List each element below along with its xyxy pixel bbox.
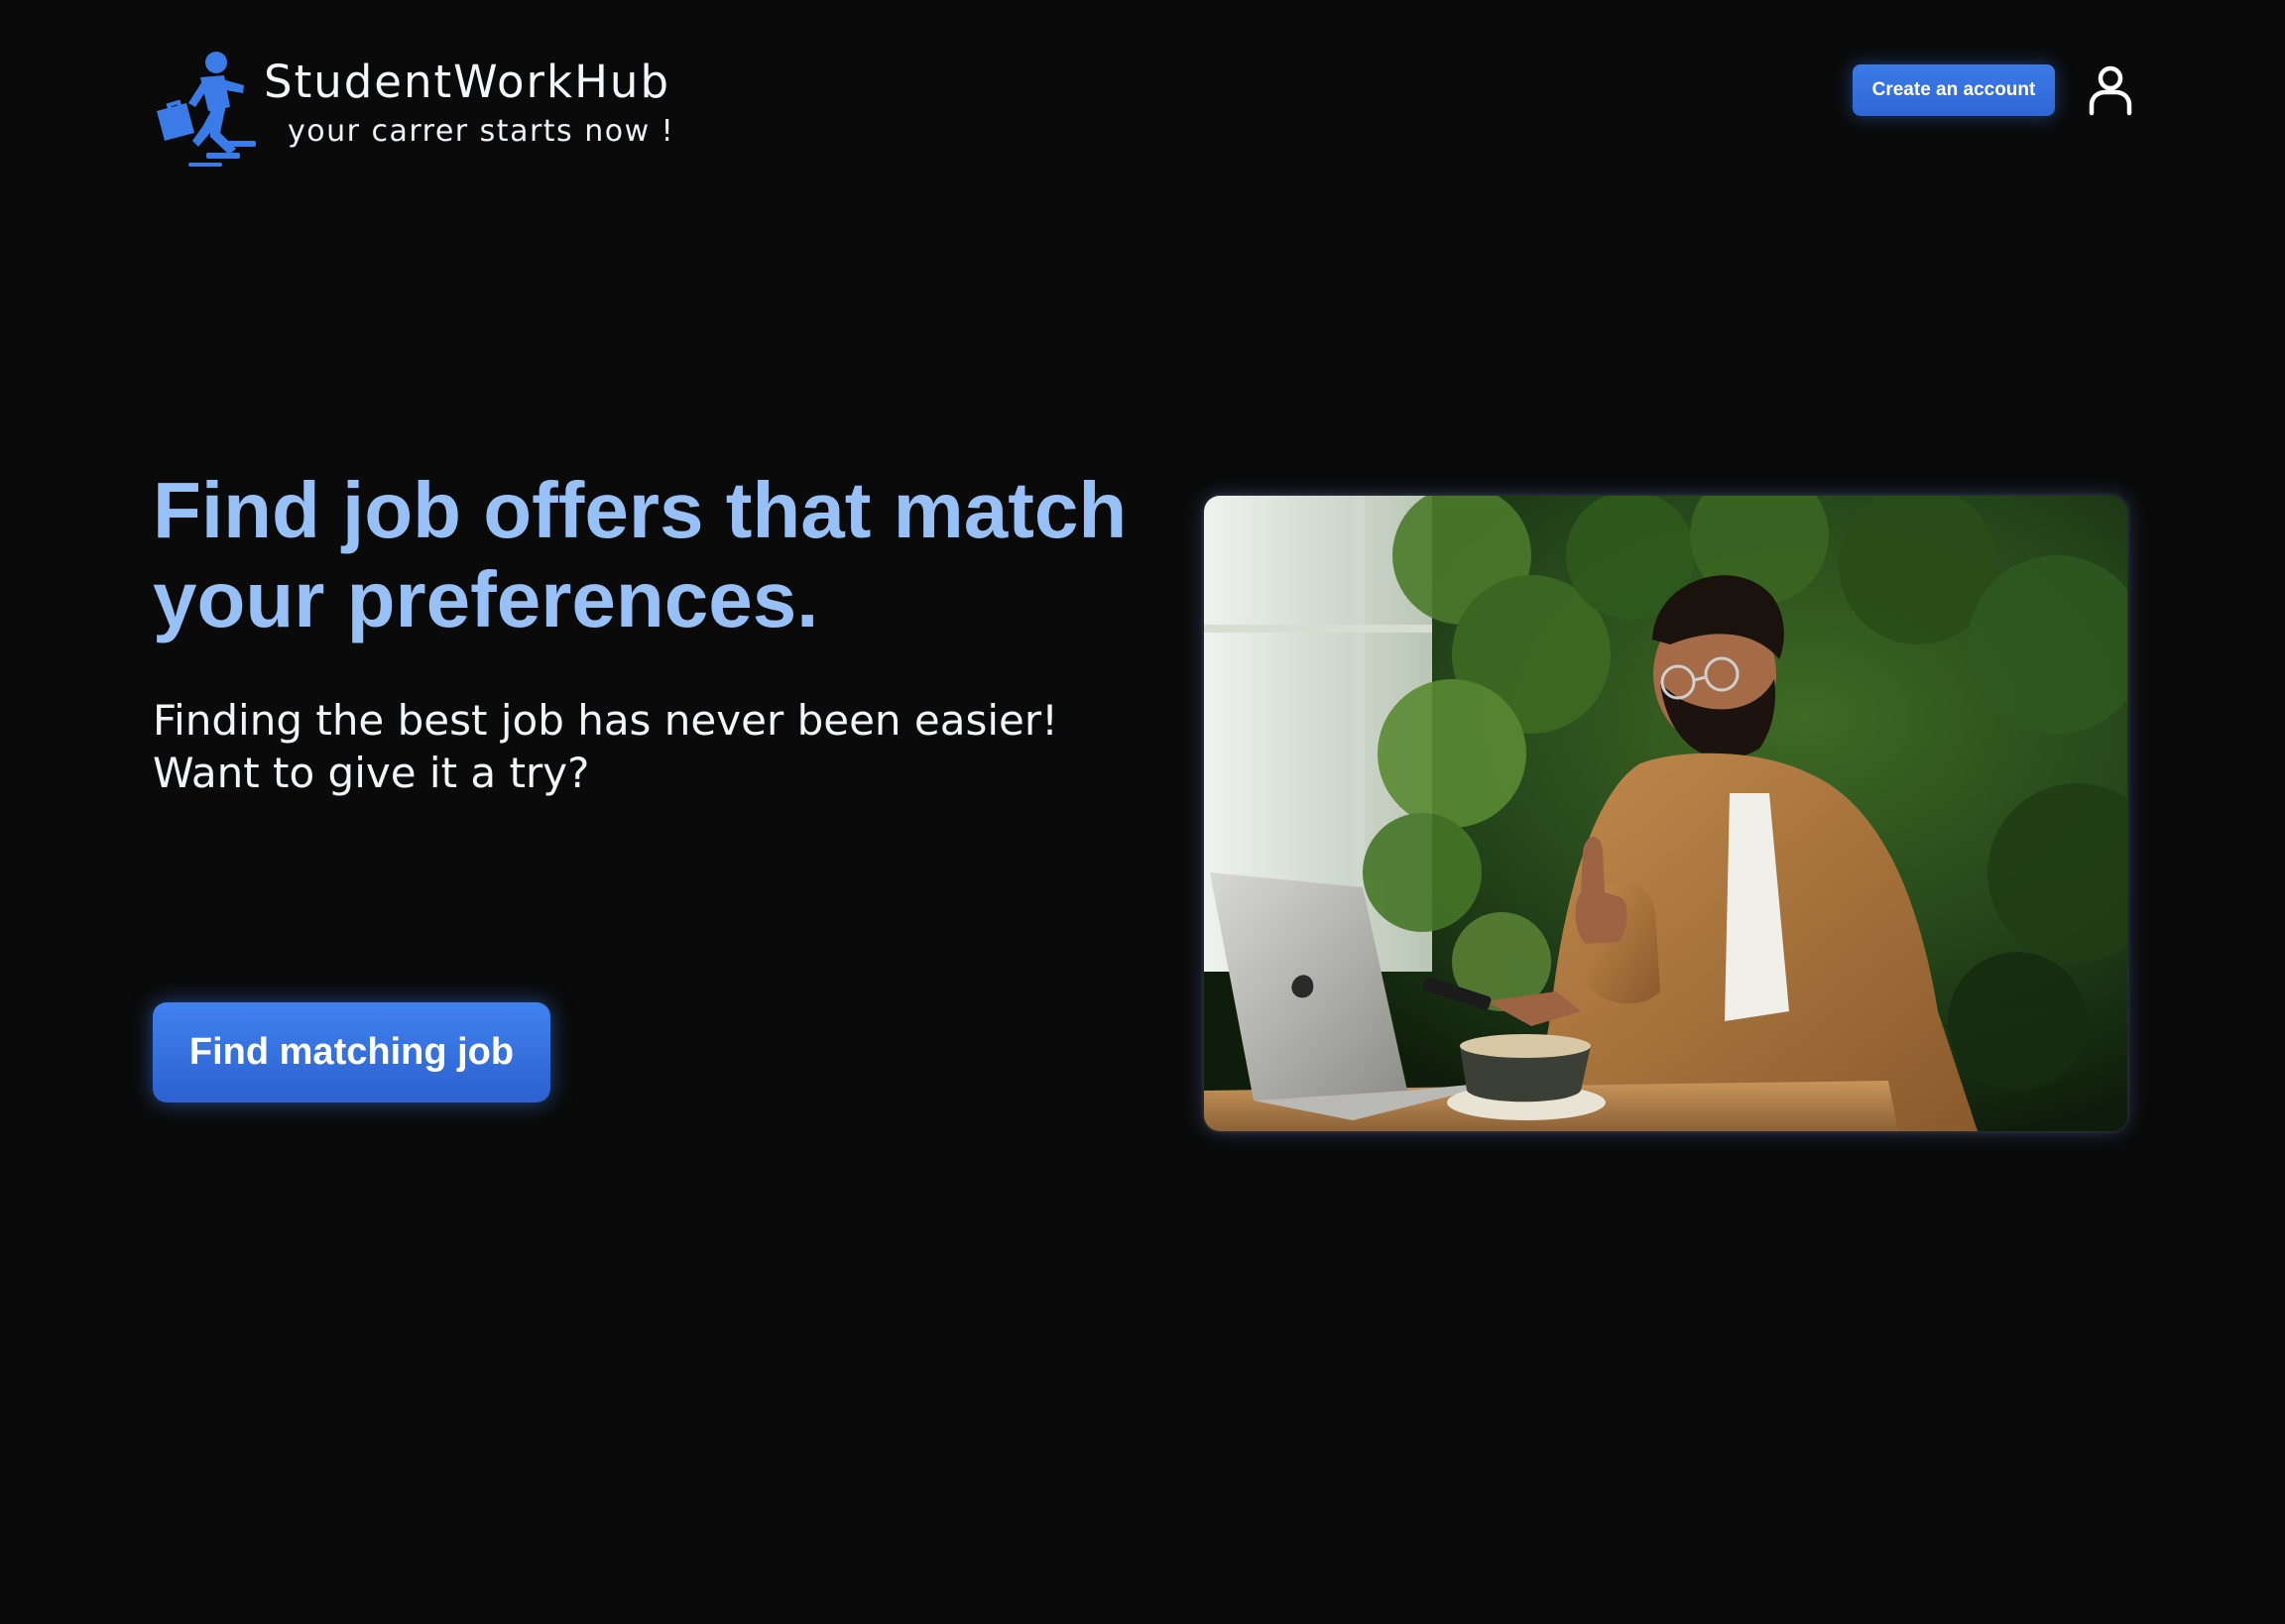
hero-photo [1204,496,2127,1131]
user-account-button[interactable] [2087,65,2134,117]
man-with-laptop-photo [1204,496,2127,1131]
running-worker-logo-icon [157,52,256,167]
brand[interactable]: StudentWorkHub your carrer starts now ! [151,50,706,173]
hero-subtitle-line-1: Finding the best job has never been easi… [153,696,1058,745]
hero-heading: Find job offers that match your preferen… [153,466,1128,643]
brand-tagline: your carrer starts now ! [288,114,675,149]
create-account-button[interactable]: Create an account [1853,64,2055,116]
hero-subtitle-line-2: Want to give it a try? [153,749,590,797]
hero-subtitle: Finding the best job has never been easi… [153,694,1144,799]
user-icon [2089,65,2132,116]
find-matching-job-button[interactable]: Find matching job [153,1002,550,1102]
brand-name: StudentWorkHub [264,56,671,108]
